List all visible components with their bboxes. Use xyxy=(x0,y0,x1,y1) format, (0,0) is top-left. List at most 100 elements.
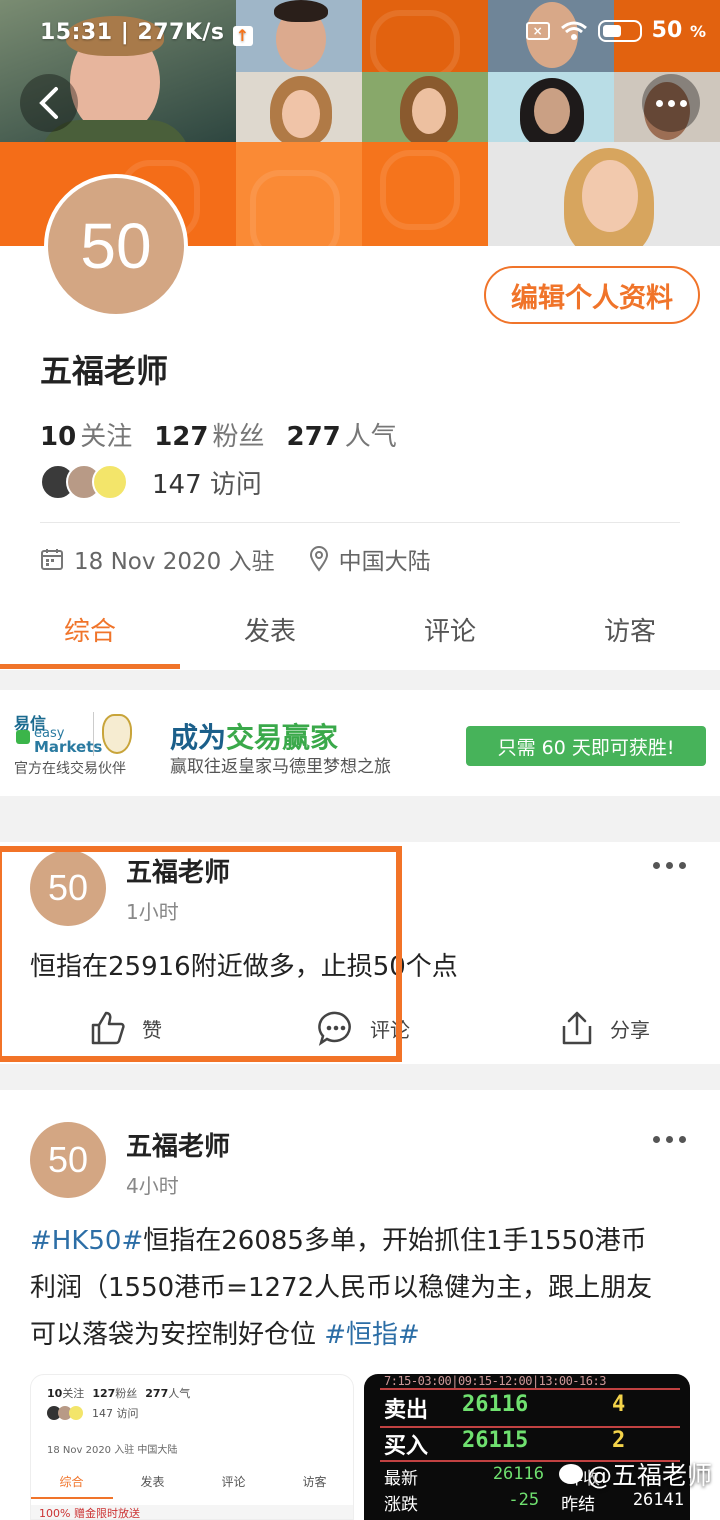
cover-photo-blonde-woman xyxy=(488,142,720,246)
more-options-button[interactable] xyxy=(642,74,700,132)
visitor-avatar xyxy=(92,464,128,500)
hashtag-link[interactable]: #HK50# xyxy=(30,1226,143,1256)
cover-photo-woman-glasses xyxy=(488,72,614,142)
quote-divider xyxy=(380,1388,680,1390)
highlight-box xyxy=(0,846,402,1062)
section-gap xyxy=(0,796,720,842)
calendar-icon xyxy=(41,549,63,570)
post-more-button[interactable] xyxy=(653,1136,686,1143)
tab-comments[interactable]: 评论 xyxy=(360,600,540,670)
sim-off-icon: × xyxy=(525,21,550,40)
more-dot-icon xyxy=(679,1136,686,1143)
post-image-quote-screenshot[interactable]: 7:15-03:00|09:15-12:00|13:00-16:3 卖出 2611… xyxy=(364,1374,690,1520)
more-dot-icon xyxy=(666,862,673,869)
active-tab-indicator xyxy=(0,664,180,669)
thumb-tab: 发表 xyxy=(140,1475,165,1489)
more-dot-icon xyxy=(679,862,686,869)
weibo-logo-icon xyxy=(558,1464,583,1484)
post-image-profile-screenshot[interactable]: 10关注 127粉丝 277人气 147 访问 18 Nov 2020 入驻 中… xyxy=(30,1374,354,1520)
post-avatar[interactable]: 50 xyxy=(30,1122,106,1198)
status-time: 15:31 | 277K/s ↑ xyxy=(40,20,253,46)
more-dot-icon xyxy=(653,1136,660,1143)
status-separator: | xyxy=(112,20,138,45)
ad-divider xyxy=(93,712,94,756)
tab-posts[interactable]: 发表 xyxy=(180,600,360,670)
thumb-tab: 综合 xyxy=(59,1475,84,1489)
post-text-line: 可以落袋为安控制好仓位 #恒指# xyxy=(30,1320,420,1350)
stat-popularity-count: 277 xyxy=(286,422,341,452)
share-label: 分享 xyxy=(610,1017,650,1042)
section-gap xyxy=(0,670,720,690)
hashtag-link[interactable]: #恒指# xyxy=(324,1320,420,1350)
share-button[interactable]: 分享 xyxy=(560,1010,650,1046)
back-button[interactable] xyxy=(20,74,78,132)
edit-profile-button[interactable]: 编辑个人资料 xyxy=(484,266,700,324)
more-dot-icon xyxy=(653,862,660,869)
more-dot-icon xyxy=(666,1136,673,1143)
visit-count: 147 访问 xyxy=(152,469,262,500)
profile-tabs: 综合 发表 评论 访客 xyxy=(0,600,720,670)
edit-profile-label: 编辑个人资料 xyxy=(511,282,673,314)
post-author[interactable]: 五福老师 xyxy=(126,1126,230,1163)
profile-avatar-text: 50 xyxy=(80,210,152,282)
ad-cta-button[interactable]: 只需 60 天即可获胜! xyxy=(466,726,706,766)
visitor-row[interactable]: 147 访问 xyxy=(40,462,262,502)
real-madrid-crest-icon xyxy=(102,714,132,754)
stat-following-count: 10 xyxy=(40,422,77,452)
post-text-line: #HK50#恒指在26085多单，开始抓住1手1550港币 xyxy=(30,1226,647,1256)
section-gap xyxy=(0,1064,720,1090)
stat-followers[interactable]: 127 粉丝 xyxy=(154,416,264,453)
thumb-visitors: 147 访问 xyxy=(47,1405,139,1421)
profile-stats: 10 关注 127 粉丝 277 人气 xyxy=(40,416,397,453)
stat-following[interactable]: 10 关注 xyxy=(40,416,132,453)
cover-photo-woman-2 xyxy=(362,72,488,142)
post-more-button[interactable] xyxy=(653,862,686,869)
post-time: 4小时 xyxy=(126,1174,179,1198)
thumb-tabs: 综合 发表 评论 访客 xyxy=(31,1473,353,1490)
more-dot-icon xyxy=(667,99,675,107)
post-text-line: 利润（1550港币=1272人民币以稳健为主，跟上朋友 xyxy=(30,1273,653,1303)
quote-change-row: 涨跌 -25 昨结 26141 xyxy=(384,1490,684,1515)
share-icon xyxy=(562,1011,592,1045)
ad-cta-label: 只需 60 天即可获胜! xyxy=(497,736,675,759)
thumb-tab-indicator xyxy=(31,1497,113,1499)
quote-session-times: 7:15-03:00|09:15-12:00|13:00-16:3 xyxy=(384,1374,606,1388)
stat-popularity: 277 人气 xyxy=(287,416,397,453)
more-dot-icon xyxy=(655,99,663,107)
profile-avatar[interactable]: 50 xyxy=(44,174,188,318)
thumb-stat: 127粉丝 xyxy=(92,1387,138,1400)
status-clock: 15:31 xyxy=(40,20,113,45)
watermark: @五福老师 xyxy=(558,1456,712,1492)
status-network-speed: 277K/s xyxy=(137,20,225,45)
stat-followers-label: 粉丝 xyxy=(212,422,265,452)
ad-subtitle: 赢取往返皇家马德里梦想之旅 xyxy=(170,757,391,777)
watermark-text: @五福老师 xyxy=(586,1461,712,1490)
battery-icon xyxy=(597,19,642,42)
quote-sell-row: 卖出 26116 4 xyxy=(384,1392,626,1423)
cover-photo-woman-1 xyxy=(236,72,362,142)
thumb-stat: 277人气 xyxy=(145,1387,191,1400)
profile-name: 五福老师 xyxy=(40,352,169,390)
status-bar: 15:31 | 277K/s ↑ × 50 % xyxy=(0,0,720,70)
location-text: 中国大陆 xyxy=(338,549,431,575)
battery-percent: 50 % xyxy=(651,18,706,43)
ad-logo-square-icon xyxy=(16,730,30,744)
upload-icon: ↑ xyxy=(232,26,253,46)
tab-visitors[interactable]: 访客 xyxy=(540,600,720,670)
stat-following-label: 关注 xyxy=(80,422,133,452)
stat-followers-count: 127 xyxy=(154,422,209,452)
ad-title: 成为交易赢家 xyxy=(170,721,339,754)
more-dot-icon xyxy=(679,99,687,107)
thumb-stats: 10关注 127粉丝 277人气 xyxy=(47,1385,190,1401)
ad-partner-text: 官方在线交易伙伴 xyxy=(14,761,126,777)
profile-meta: 18 Nov 2020 入驻 中国大陆 xyxy=(40,542,431,576)
tab-overview[interactable]: 综合 xyxy=(0,600,180,670)
thumb-tab: 评论 xyxy=(221,1475,246,1489)
thumb-stat: 10关注 xyxy=(47,1387,85,1400)
thumb-ad-snippet: 100% 赠金限时放送 xyxy=(31,1505,353,1519)
stat-popularity-label: 人气 xyxy=(344,422,397,452)
location-pin-icon xyxy=(309,546,328,572)
status-right: × 50 % xyxy=(525,18,706,43)
post-text[interactable]: #HK50#恒指在26085多单，开始抓住1手1550港币 利润（1550港币=… xyxy=(30,1218,700,1359)
divider xyxy=(40,522,680,523)
